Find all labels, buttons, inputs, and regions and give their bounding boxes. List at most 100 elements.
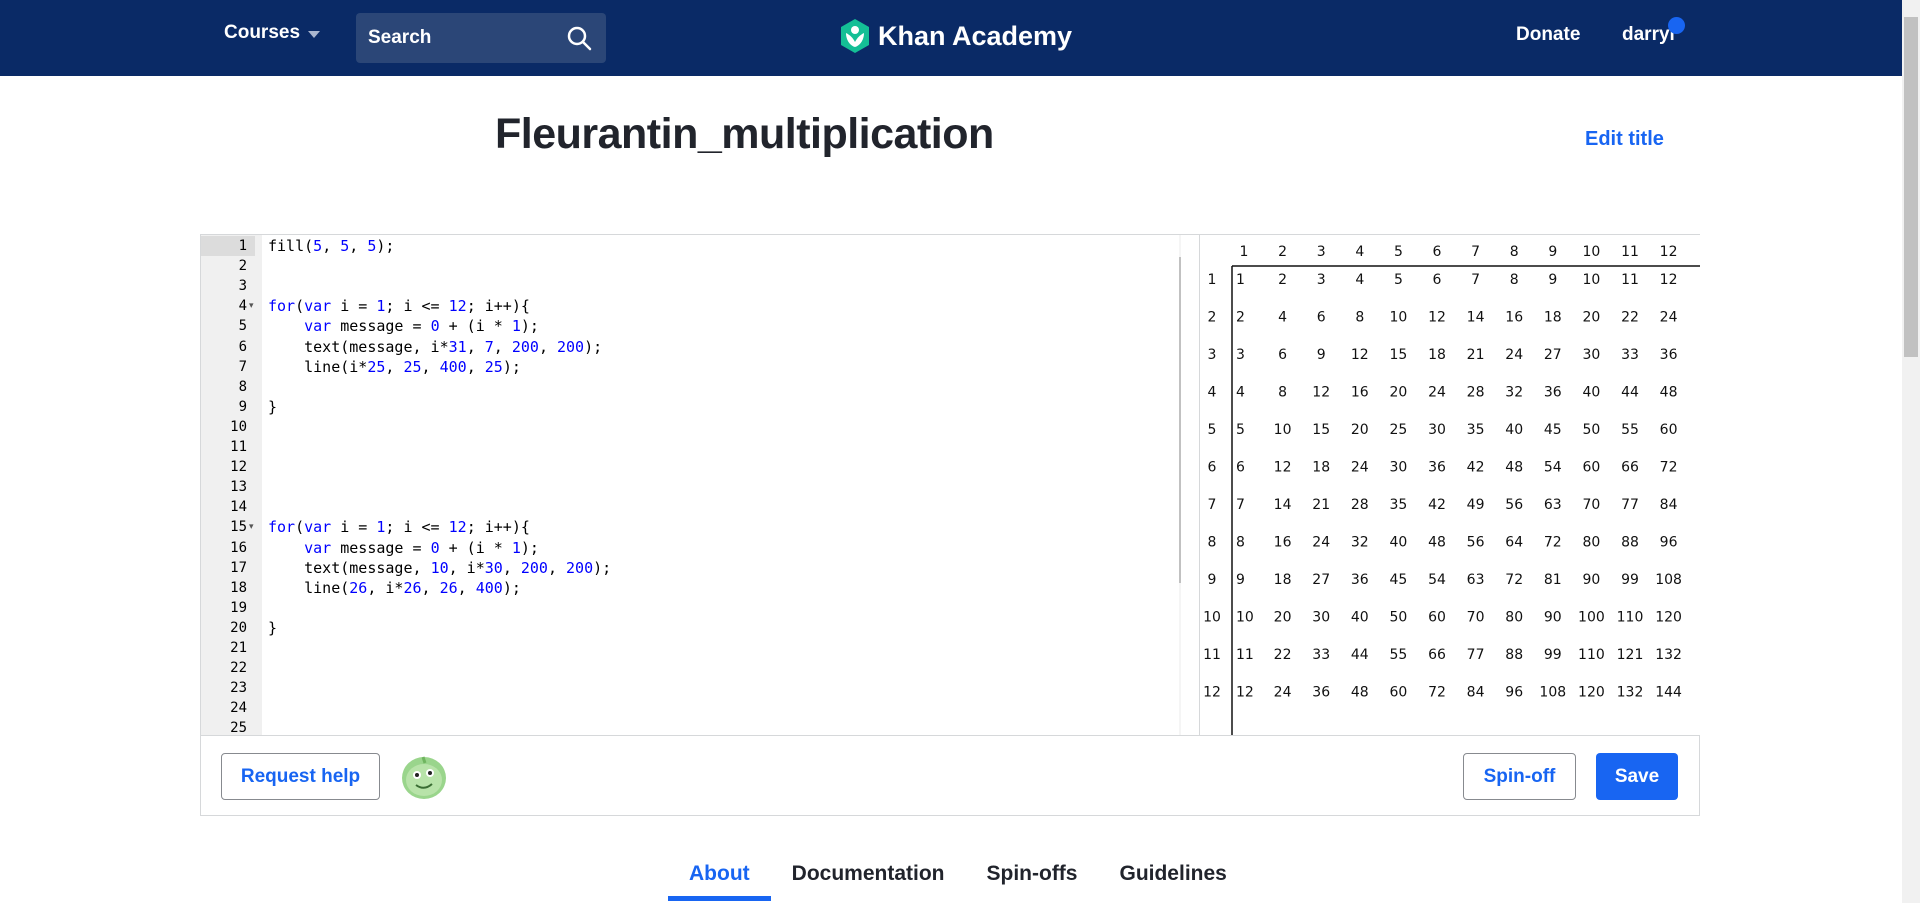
- spin-off-button[interactable]: Spin-off: [1463, 753, 1576, 800]
- fold-arrow-icon[interactable]: ▾: [249, 300, 254, 311]
- table-cell: 22: [1274, 647, 1292, 663]
- line-number: 18: [230, 579, 247, 596]
- table-cell: 6: [1278, 347, 1287, 363]
- table-cell: 6: [1236, 460, 1245, 476]
- table-cell: 21: [1312, 497, 1330, 513]
- table-cell: 55: [1389, 647, 1407, 663]
- line-number: 25: [230, 720, 247, 735]
- table-cell: 55: [1621, 422, 1639, 438]
- table-cell: 110: [1578, 647, 1605, 663]
- save-button[interactable]: Save: [1596, 753, 1678, 800]
- khan-academy-logo[interactable]: Khan Academy: [840, 19, 1072, 53]
- table-row-label: 3: [1208, 347, 1217, 363]
- table-cell: 14: [1467, 310, 1485, 326]
- request-help-button[interactable]: Request help: [221, 753, 380, 800]
- line-number: 5: [238, 318, 247, 335]
- line-number: 6: [238, 338, 247, 355]
- line-number: 2: [238, 258, 247, 275]
- table-cell: 25: [1389, 422, 1407, 438]
- table-cell: 30: [1389, 460, 1407, 476]
- table-cell: 20: [1582, 310, 1600, 326]
- code-line[interactable]: fill(5, 5, 5);: [268, 236, 394, 256]
- table-cell: 33: [1312, 647, 1330, 663]
- table-cell: 56: [1467, 535, 1485, 551]
- table-cell: 4: [1355, 272, 1364, 288]
- table-cell: 40: [1351, 610, 1369, 626]
- code-line[interactable]: var message = 0 + (i * 1);: [268, 538, 539, 558]
- line-number: 7: [238, 358, 247, 375]
- table-cell: 15: [1389, 347, 1407, 363]
- table-cell: 33: [1621, 347, 1639, 363]
- table-cell: 44: [1621, 385, 1639, 401]
- code-line[interactable]: }: [268, 397, 277, 417]
- code-editor[interactable]: 1 2 3 4 ▾ 5 6 7 8 9 10 11 12 13 14 15 ▾ 16 17 18 19 20 21 22 23 2…: [201, 235, 1181, 735]
- donate-link[interactable]: Donate: [1516, 24, 1580, 46]
- edit-title-link[interactable]: Edit title: [1585, 128, 1664, 151]
- page-title: Fleurantin_multiplication: [495, 110, 994, 158]
- table-cell: 64: [1505, 535, 1523, 551]
- table-cell: 48: [1505, 460, 1523, 476]
- notification-dot: [1668, 17, 1685, 34]
- user-menu-button[interactable]: darryl: [1622, 24, 1675, 46]
- search-input[interactable]: Search: [356, 13, 606, 63]
- code-line[interactable]: for(var i = 1; i <= 12; i++){: [268, 517, 530, 537]
- code-line[interactable]: }: [268, 618, 277, 638]
- table-cell: 8: [1510, 272, 1519, 288]
- tab-spin-offs[interactable]: Spin-offs: [966, 856, 1099, 901]
- table-row-label: 1: [1208, 272, 1217, 288]
- table-cell: 20: [1351, 422, 1369, 438]
- line-number: 9: [238, 398, 247, 415]
- line-number: 3: [238, 278, 247, 295]
- table-header-cell: 4: [1355, 244, 1364, 260]
- table-header-cell: 10: [1582, 244, 1600, 260]
- table-cell: 84: [1467, 685, 1485, 701]
- table-cell: 72: [1544, 535, 1562, 551]
- code-line[interactable]: var message = 0 + (i * 1);: [268, 316, 539, 336]
- code-line[interactable]: text(message, 10, i*30, 200, 200);: [268, 558, 611, 578]
- table-cell: 88: [1621, 535, 1639, 551]
- line-number: 24: [230, 700, 247, 717]
- table-cell: 36: [1660, 347, 1678, 363]
- table-cell: 54: [1428, 572, 1446, 588]
- table-cell: 132: [1655, 647, 1682, 663]
- line-number: 23: [230, 680, 247, 697]
- table-cell: 24: [1660, 310, 1678, 326]
- tab-guidelines[interactable]: Guidelines: [1098, 856, 1247, 901]
- table-cell: 70: [1467, 610, 1485, 626]
- fold-arrow-icon[interactable]: ▾: [249, 521, 254, 532]
- line-number: 17: [230, 559, 247, 576]
- code-line[interactable]: text(message, i*31, 7, 200, 200);: [268, 337, 602, 357]
- code-line[interactable]: for(var i = 1; i <= 12; i++){: [268, 296, 530, 316]
- line-number: 12: [230, 459, 247, 476]
- code-line[interactable]: line(26, i*26, 26, 400);: [268, 578, 521, 598]
- page-scrollbar-thumb[interactable]: [1904, 17, 1918, 357]
- table-cell: 6: [1433, 272, 1442, 288]
- table-cell: 4: [1236, 385, 1245, 401]
- output-canvas[interactable]: 1 2 3 4 5 6 7 8 9 10 11 12 1 1 2 3 4 5 6 7 8 9 10 11 12 2 2 4 6 8 10 12…: [1199, 235, 1700, 735]
- table-cell: 2: [1236, 310, 1245, 326]
- tab-about[interactable]: About: [668, 856, 771, 901]
- courses-menu-button[interactable]: Courses: [224, 22, 321, 44]
- table-header-cell: 3: [1317, 244, 1326, 260]
- table-cell: 42: [1428, 497, 1446, 513]
- table-row-label: 11: [1203, 647, 1221, 663]
- line-number: 20: [230, 619, 247, 636]
- code-line[interactable]: line(i*25, 25, 400, 25);: [268, 357, 521, 377]
- courses-label: Courses: [224, 22, 301, 43]
- search-icon[interactable]: [566, 25, 592, 51]
- line-number: 14: [230, 499, 247, 516]
- table-cell: 3: [1236, 347, 1245, 363]
- line-number-gutter: 1 2 3 4 ▾ 5 6 7 8 9 10 11 12 13 14 15 ▾ 16 17 18 19 20 21 22 23 2…: [201, 235, 262, 735]
- table-cell: 24: [1351, 460, 1369, 476]
- table-cell: 5: [1236, 422, 1245, 438]
- table-cell: 16: [1505, 310, 1523, 326]
- avatar: [402, 756, 446, 799]
- editor-scrollbar-thumb[interactable]: [1179, 257, 1181, 583]
- table-header-cell: 8: [1510, 244, 1519, 260]
- table-cell: 12: [1236, 685, 1254, 701]
- table-row-label: 8: [1208, 535, 1217, 551]
- table-cell: 45: [1389, 572, 1407, 588]
- table-cell: 18: [1312, 460, 1330, 476]
- tab-documentation[interactable]: Documentation: [771, 856, 966, 901]
- table-cell: 9: [1317, 347, 1326, 363]
